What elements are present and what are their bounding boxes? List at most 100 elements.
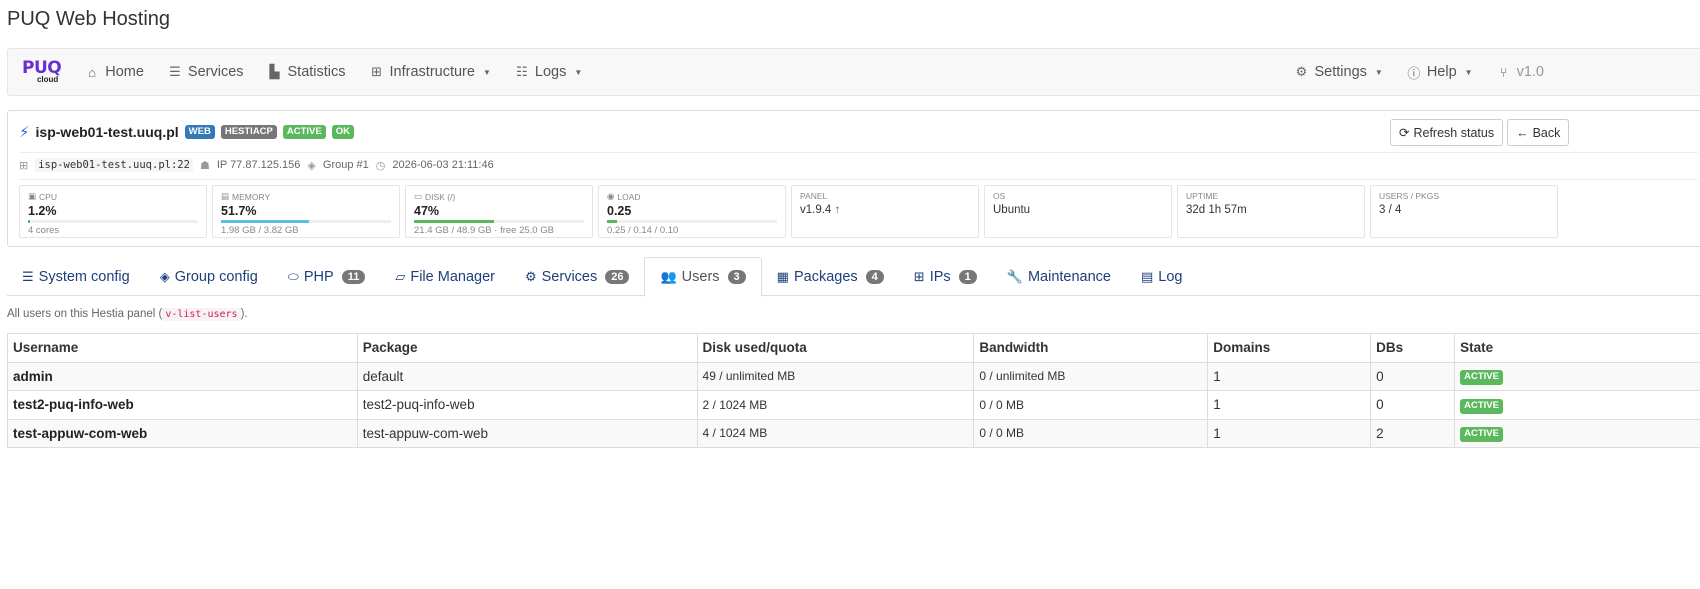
chart-icon: ▙ — [269, 64, 280, 79]
tab-php[interactable]: ⬭ PHP 11 — [273, 257, 381, 296]
tab-file-manager[interactable]: ▱ File Manager — [380, 257, 510, 296]
checklist-icon: ☷ — [516, 64, 528, 79]
sliders-icon: ☰ — [22, 268, 34, 284]
cell-username: test-appuw-com-web — [7, 418, 358, 448]
nav-services-label: Services — [187, 64, 244, 80]
label-ok: OK — [331, 124, 354, 140]
nav-statistics-label: Statistics — [287, 64, 346, 80]
nav-version[interactable]: ⑂ v1.0 — [1485, 49, 1556, 95]
refresh-icon: ⟳ — [1399, 126, 1410, 140]
nav-statistics[interactable]: ▙ Statistics — [256, 49, 358, 95]
nav-settings[interactable]: ⚙ Settings ▼ — [1283, 49, 1395, 95]
stat-cpu-bar-fill — [28, 220, 31, 223]
stat-load-bar — [607, 220, 777, 223]
stat-cpu-caption: CPU — [39, 191, 57, 202]
refresh-status-label: Refresh status — [1413, 125, 1495, 140]
stat-load-bar-fill — [607, 220, 618, 223]
stat-cpu-value: 1.2% — [28, 204, 57, 218]
tab-system-config[interactable]: ☰ System config — [7, 257, 145, 296]
cell-disk: 49 / unlimited MB — [696, 361, 975, 391]
stat-panel: PANEL v1.9.4 ↑ — [791, 185, 979, 238]
tab-maintenance[interactable]: 🔧 Maintenance — [992, 257, 1126, 296]
layers-icon: ◈ — [159, 268, 170, 284]
column-header[interactable]: Domains — [1207, 333, 1372, 363]
app-title: PUQ Web Hosting — [7, 8, 171, 30]
nav-help[interactable]: ⓘ Help ▼ — [1395, 49, 1485, 95]
clock-icon: ◷ — [375, 159, 386, 172]
tab-label: Log — [1158, 268, 1183, 285]
stat-users-pkgs-value: 3 / 4 — [1379, 204, 1402, 216]
back-button[interactable]: ← Back — [1507, 119, 1570, 146]
hint-command: v-list-users — [162, 308, 241, 321]
tab-log[interactable]: ▤ Log — [1126, 257, 1198, 296]
tab-label: Maintenance — [1027, 268, 1111, 285]
column-header[interactable]: Username — [7, 333, 358, 363]
cell-disk: 2 / 1024 MB — [696, 390, 975, 420]
network-icon: ⊞ — [19, 159, 29, 172]
stat-os-value: Ubuntu — [993, 204, 1031, 216]
column-header[interactable]: Disk used/quota — [696, 333, 975, 363]
cell-state: ACTIVE — [1454, 390, 1700, 420]
cell-domains: 1 — [1207, 361, 1372, 391]
stat-disk-bar-fill — [414, 220, 494, 223]
stats-row: ▣ CPU 1.2% 4 cores ▤ MEMORY 51.7% 1.98 GB … — [19, 185, 1558, 238]
column-header[interactable]: DBs — [1370, 333, 1456, 363]
column-header[interactable]: State — [1454, 333, 1700, 363]
nav-services[interactable]: ☰ Services — [156, 49, 256, 95]
stat-load: ◉ LOAD 0.25 0.25 / 0.14 / 0.10 — [598, 185, 786, 238]
column-header[interactable]: Package — [356, 333, 698, 363]
server-icon: ☗ — [199, 159, 210, 172]
nav-logs[interactable]: ☷ Logs ▼ — [503, 49, 594, 95]
label-hestiacp: HESTIACP — [220, 124, 277, 140]
tab-group-config[interactable]: ◈ Group config — [145, 257, 273, 296]
users-table: Username Package Disk used/quota Bandwid… — [7, 333, 1700, 448]
stat-memory-bar-fill — [221, 220, 309, 223]
disk-icon: ▭ — [414, 191, 423, 201]
tab-badge: 26 — [605, 269, 630, 284]
column-header[interactable]: Bandwidth — [973, 333, 1209, 363]
bolt-icon: ⚡ — [19, 124, 30, 141]
chevron-down-icon: ▼ — [1464, 67, 1473, 77]
gauge-icon: ◉ — [607, 191, 615, 201]
nav-logs-label: Logs — [534, 64, 567, 80]
stat-memory-sub: 1.98 GB / 3.82 GB — [221, 225, 299, 236]
brand-logo[interactable]: PUQ cloud — [22, 60, 62, 84]
nav-home[interactable]: ⌂ Home — [73, 49, 156, 95]
branch-icon: ⑂ — [1499, 64, 1508, 80]
stat-memory-bar — [221, 220, 391, 223]
nav-infrastructure[interactable]: ⊞ Infrastructure ▼ — [358, 49, 503, 95]
nav-version-label: v1.0 — [1516, 64, 1544, 80]
stat-os: OS Ubuntu — [984, 185, 1172, 238]
tab-services[interactable]: ⚙ Services 26 — [510, 257, 645, 296]
cell-package: default — [356, 361, 698, 391]
refresh-status-button[interactable]: ⟳ Refresh status — [1390, 119, 1504, 146]
brand-sub: cloud — [36, 75, 59, 84]
stat-disk-sub: 21.4 GB / 48.9 GB · free 25.0 GB — [414, 225, 554, 236]
layers-icon: ◈ — [307, 159, 316, 172]
state-badge: ACTIVE — [1460, 427, 1503, 443]
host-ssh: isp-web01-test.uuq.pl:22 — [35, 158, 193, 172]
tab-packages[interactable]: ▦ Packages 4 — [762, 257, 899, 296]
table-row: test-appuw-com-web test-appuw-com-web 4 … — [7, 418, 1700, 448]
users-icon: 👥 — [660, 269, 677, 284]
stat-disk-caption: DISK (/) — [425, 191, 456, 202]
tab-badge: 1 — [958, 269, 977, 284]
cell-username: test2-puq-info-web — [7, 390, 358, 420]
tab-users[interactable]: 👥 Users 3 — [644, 257, 762, 297]
cell-dbs: 0 — [1370, 361, 1456, 391]
stat-disk-value: 47% — [414, 204, 440, 218]
tab-label: Group config — [174, 268, 258, 285]
tab-badge: 3 — [727, 270, 746, 284]
stat-load-caption: LOAD — [617, 191, 641, 202]
gears-icon: ⚙ — [524, 268, 537, 284]
host-meta: ⊞ isp-web01-test.uuq.pl:22 ☗ IP 77.87.12… — [19, 158, 494, 172]
tab-ips[interactable]: ⊞ IPs 1 — [899, 257, 992, 296]
label-web: WEB — [184, 124, 215, 140]
cell-bandwidth: 0 / unlimited MB — [973, 361, 1209, 391]
cell-state: ACTIVE — [1454, 361, 1700, 391]
hint-after: ). — [240, 308, 248, 320]
tab-label: Services — [541, 268, 598, 285]
stat-cpu: ▣ CPU 1.2% 4 cores — [19, 185, 207, 238]
host-time: 2026-06-03 21:11:46 — [392, 159, 494, 171]
chevron-down-icon: ▼ — [482, 67, 491, 77]
